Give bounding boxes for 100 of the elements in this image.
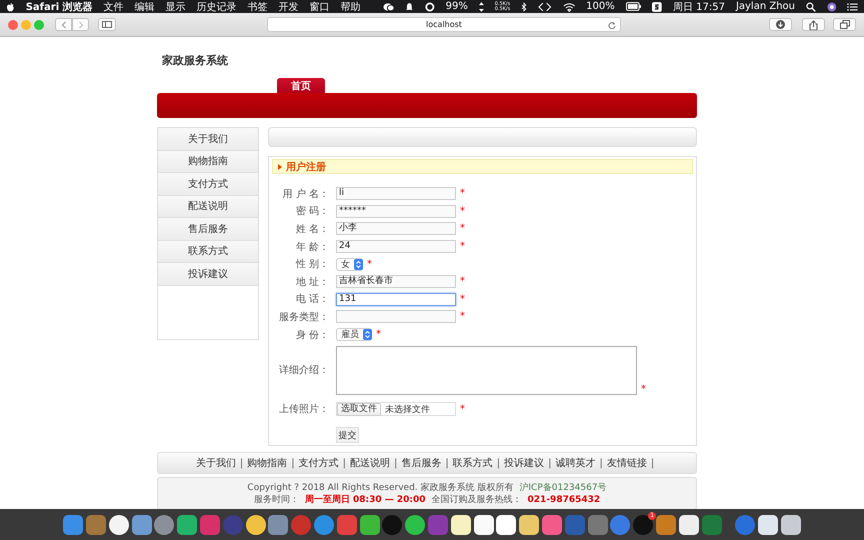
list-icon[interactable] (847, 2, 858, 12)
field-label: 密 码： (294, 204, 329, 218)
sidebar-icon (102, 21, 112, 28)
textarea-field[interactable] (336, 346, 637, 395)
footer-link[interactable]: 配送说明 (350, 456, 390, 470)
field-label: 姓 名： (294, 222, 329, 236)
field-label: 服务类型： (278, 310, 329, 324)
code-brackets-icon[interactable] (538, 2, 552, 12)
updown-arrows-icon (478, 2, 484, 12)
share-button[interactable] (802, 18, 825, 31)
file-field[interactable]: 选取文件 未选择文件 (336, 402, 456, 416)
menu-item[interactable]: 书签 (248, 0, 268, 14)
cpu-percent: 99% (446, 1, 468, 12)
app-icon[interactable] (405, 514, 426, 534)
address-field[interactable]: localhost (267, 17, 621, 32)
reload-icon[interactable] (608, 21, 616, 29)
hotline-label: 全国订购及服务热线： (432, 494, 522, 506)
menu-item[interactable]: 窗口 (310, 0, 330, 14)
download-button[interactable] (769, 18, 792, 31)
text-field[interactable]: 131 (336, 292, 456, 306)
sidebar-item[interactable]: 购物指南 (158, 150, 258, 173)
sidebar-item[interactable]: 投诉建议 (158, 263, 258, 286)
hours-label: 服务时间： (254, 494, 299, 506)
menu-item[interactable]: 文件 (104, 0, 124, 14)
menu-item[interactable]: 显示 (166, 0, 186, 14)
copyright-text: Copyright ? 2018 All Rights Reserved. 家政服务系统 版权所有 (247, 482, 514, 494)
separator: | (496, 458, 500, 468)
sidebar-button[interactable] (98, 18, 116, 31)
trash-icon[interactable] (780, 514, 801, 534)
required-mark: * (460, 404, 465, 415)
choose-file-button[interactable]: 选取文件 (337, 402, 381, 416)
wifi-icon[interactable] (562, 2, 576, 12)
bluetooth-icon[interactable] (521, 2, 528, 12)
text-field[interactable]: 24 (336, 240, 456, 254)
footer-link[interactable]: 售后服务 (401, 456, 442, 470)
footer-link[interactable]: 联系方式 (452, 456, 493, 470)
footer-link[interactable]: 投诉建议 (504, 456, 544, 470)
nav-tab[interactable]: 首页 (277, 78, 325, 93)
app-icon[interactable] (678, 514, 699, 534)
field-label: 性 别： (294, 258, 329, 272)
required-mark: * (460, 294, 465, 305)
address-text: localhost (426, 20, 462, 29)
separator: | (240, 458, 244, 468)
orb-icon[interactable] (826, 2, 836, 12)
menu-item[interactable]: 帮助 (340, 0, 361, 14)
menu-item[interactable]: 开发 (278, 0, 299, 14)
submit-button[interactable]: 提交 (336, 427, 359, 444)
sidebar-item[interactable]: 配送说明 (158, 196, 258, 218)
text-field[interactable]: 吉林省长春市 (336, 275, 456, 288)
text-field[interactable]: ****** (336, 204, 456, 218)
field-label: 用 户 名： (282, 188, 329, 201)
search-icon[interactable] (806, 2, 816, 12)
tabs-button[interactable] (833, 18, 856, 31)
footer-link[interactable]: 购物指南 (247, 456, 288, 470)
triangle-icon (278, 164, 282, 170)
chevron-right-icon (78, 20, 84, 28)
select-field[interactable]: 女 (336, 258, 363, 271)
user-name[interactable]: Jaylan Zhou (736, 1, 795, 12)
select-field[interactable]: 雇员 (336, 328, 372, 342)
text-field[interactable]: 小李 (336, 222, 456, 236)
app-icon[interactable] (246, 514, 266, 534)
app-icon[interactable] (496, 514, 516, 534)
app-menu[interactable]: Safari 浏览器 (26, 0, 93, 14)
tabs-icon (840, 20, 850, 29)
sidebar-item[interactable]: 售后服务 (158, 218, 258, 240)
app-icon[interactable] (519, 514, 540, 534)
field-label: 详细介绍： (278, 364, 329, 378)
field-label: 上传照片： (278, 402, 329, 416)
icp-link[interactable]: 沪ICP备01234567号 (519, 482, 607, 494)
footer-link[interactable]: 支付方式 (298, 456, 339, 470)
separator: | (599, 458, 603, 468)
footer-link[interactable]: 友情链接 (606, 456, 647, 470)
required-mark: * (460, 223, 465, 234)
required-mark: * (376, 329, 381, 340)
footer-link[interactable]: 诚聘英才 (555, 456, 596, 470)
sidebar-item[interactable]: 关于我们 (158, 128, 258, 150)
required-mark: * (460, 311, 465, 322)
select-value: 女 (341, 258, 350, 271)
field-label: 地 址： (294, 276, 329, 289)
app-icon[interactable] (108, 514, 129, 534)
bell-icon[interactable] (405, 2, 414, 12)
separator: | (342, 458, 346, 468)
text-field[interactable]: li (336, 187, 456, 200)
service-hours: 周一至周日 08:30 — 20:00 (304, 494, 426, 506)
chat-icon[interactable] (382, 2, 394, 12)
ring-icon[interactable] (424, 2, 435, 12)
close-button[interactable] (8, 20, 18, 30)
file-status: 未选择文件 (385, 404, 430, 416)
s-app-icon[interactable] (652, 2, 662, 12)
back-button[interactable] (55, 18, 72, 31)
apple-icon[interactable] (6, 2, 15, 12)
app-icon[interactable] (450, 514, 471, 534)
app-icon[interactable] (474, 514, 494, 534)
menu-item[interactable]: 历史记录 (196, 0, 237, 14)
sidebar-item[interactable]: 支付方式 (158, 173, 258, 196)
footer-link[interactable]: 关于我们 (196, 456, 236, 470)
sidebar-item[interactable]: 联系方式 (158, 240, 258, 263)
folder-icon[interactable] (758, 514, 778, 534)
menu-item[interactable]: 编辑 (134, 0, 155, 14)
text-field[interactable] (336, 310, 456, 324)
